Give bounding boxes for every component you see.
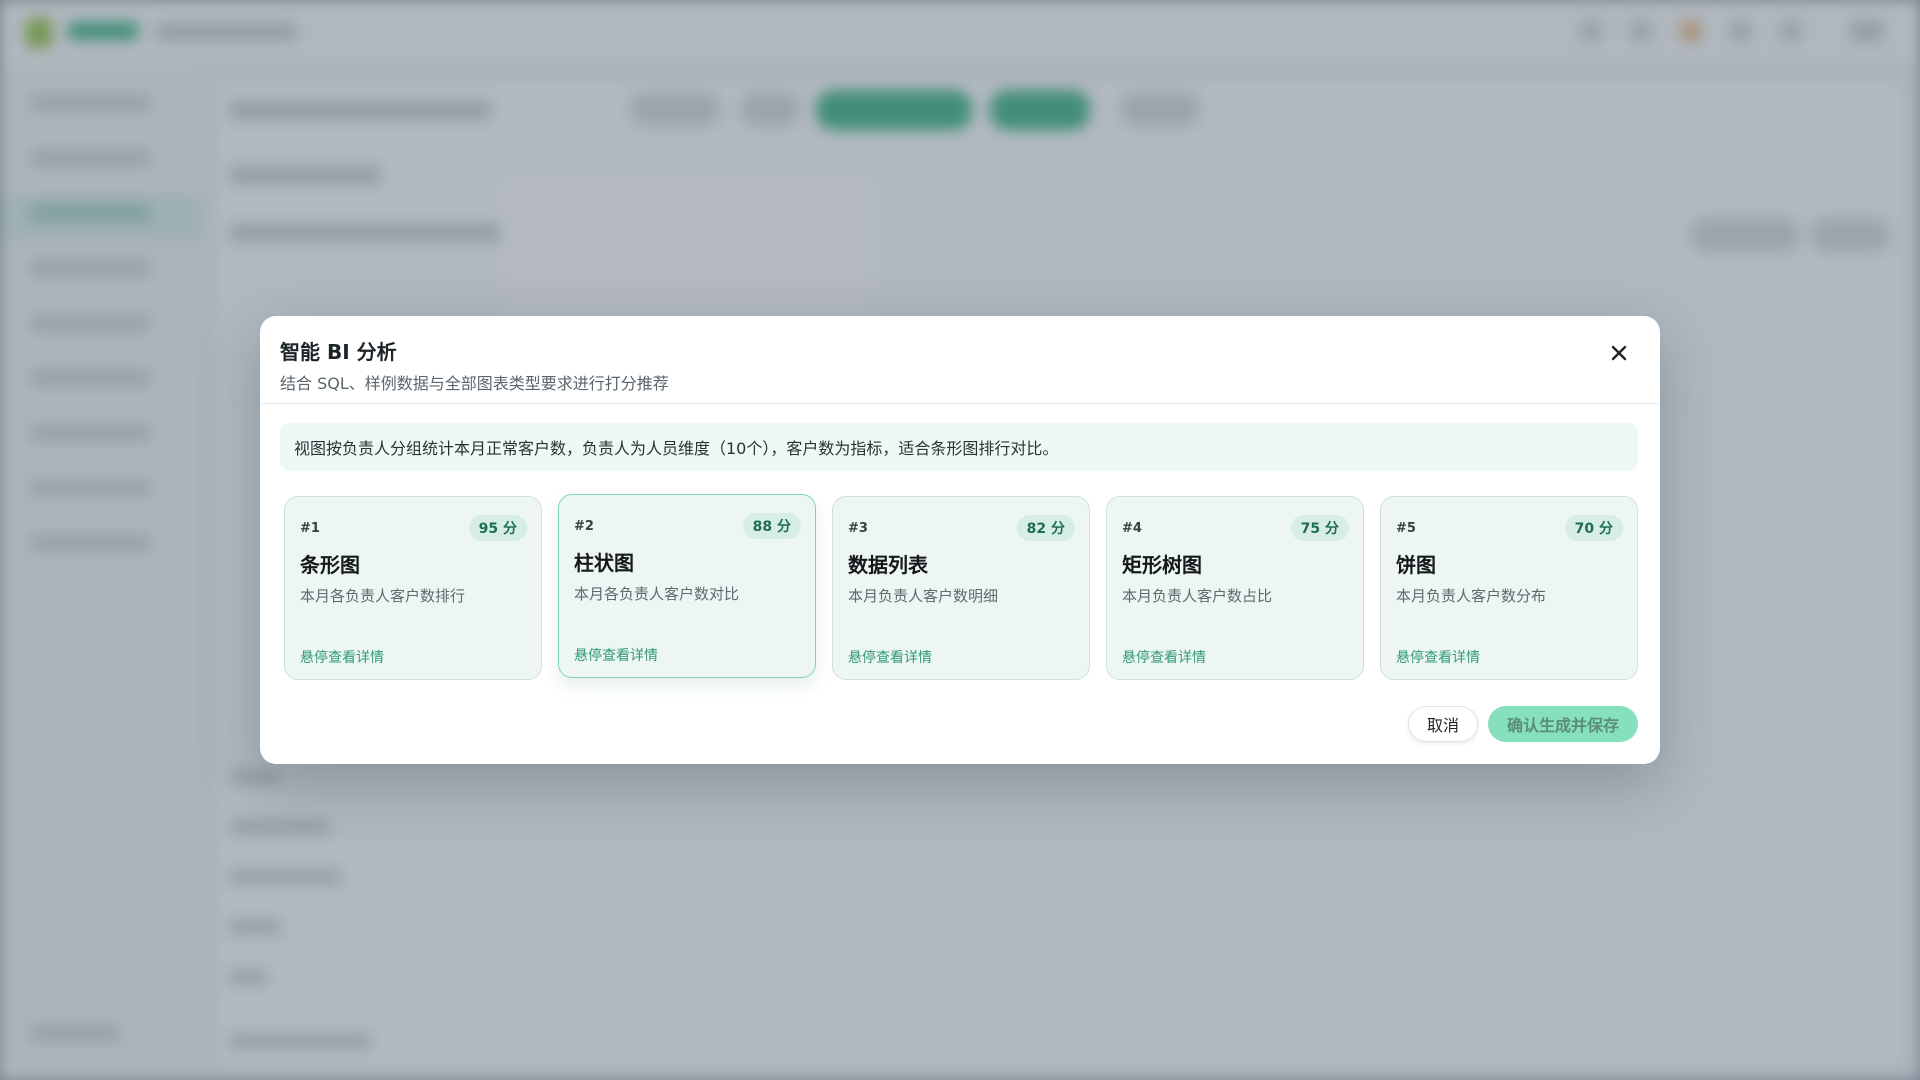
card-description: 本月各负责人客户数对比	[574, 585, 740, 603]
card-hover-details[interactable]: 悬停查看详情	[574, 645, 658, 665]
chart-card-bar-horizontal[interactable]: #1 95 分 条形图 本月各负责人客户数排行 悬停查看详情	[284, 496, 542, 680]
chart-card-pie[interactable]: #5 70 分 饼图 本月负责人客户数分布 悬停查看详情	[1380, 496, 1638, 680]
confirm-generate-save-button[interactable]: 确认生成并保存	[1488, 706, 1638, 742]
close-icon	[1611, 345, 1627, 361]
card-rank: #5	[1396, 521, 1416, 536]
dialog-header: 智能 BI 分析 结合 SQL、样例数据与全部图表类型要求进行打分推荐	[260, 316, 1660, 404]
card-chart-name: 条形图	[300, 553, 360, 577]
card-description: 本月负责人客户数分布	[1396, 587, 1547, 605]
card-rank: #1	[300, 521, 320, 536]
card-chart-name: 柱状图	[574, 551, 634, 575]
card-hover-details[interactable]: 悬停查看详情	[1122, 647, 1206, 667]
card-description: 本月负责人客户数占比	[1122, 587, 1273, 605]
card-score-badge: 75 分	[1290, 515, 1349, 541]
card-score-badge: 95 分	[468, 515, 527, 541]
card-hover-details[interactable]: 悬停查看详情	[300, 647, 384, 667]
dialog-title: 智能 BI 分析	[280, 340, 397, 364]
card-rank: #4	[1122, 521, 1142, 536]
card-description: 本月负责人客户数明细	[848, 587, 999, 605]
analysis-summary: 视图按负责人分组统计本月正常客户数，负责人为人员维度（10个），客户数为指标，适…	[280, 423, 1638, 471]
card-score-badge: 70 分	[1564, 515, 1623, 541]
card-chart-name: 饼图	[1396, 553, 1436, 577]
chart-recommendation-list: #1 95 分 条形图 本月各负责人客户数排行 悬停查看详情 #2 88 分 柱…	[284, 494, 1638, 682]
card-score-badge: 88 分	[742, 513, 801, 539]
card-hover-details[interactable]: 悬停查看详情	[848, 647, 932, 667]
dialog-subtitle: 结合 SQL、样例数据与全部图表类型要求进行打分推荐	[280, 374, 669, 393]
chart-card-data-table[interactable]: #3 82 分 数据列表 本月负责人客户数明细 悬停查看详情	[832, 496, 1090, 680]
card-rank: #3	[848, 521, 868, 536]
close-button[interactable]	[1604, 338, 1634, 368]
chart-card-treemap[interactable]: #4 75 分 矩形树图 本月负责人客户数占比 悬停查看详情	[1106, 496, 1364, 680]
card-chart-name: 矩形树图	[1122, 553, 1202, 577]
card-rank: #2	[574, 519, 594, 534]
cancel-button[interactable]: 取消	[1408, 706, 1478, 742]
card-description: 本月各负责人客户数排行	[300, 587, 466, 605]
card-chart-name: 数据列表	[848, 553, 928, 577]
card-hover-details[interactable]: 悬停查看详情	[1396, 647, 1480, 667]
chart-card-column[interactable]: #2 88 分 柱状图 本月各负责人客户数对比 悬停查看详情	[558, 494, 816, 678]
card-score-badge: 82 分	[1016, 515, 1075, 541]
smart-bi-dialog: 智能 BI 分析 结合 SQL、样例数据与全部图表类型要求进行打分推荐 视图按负…	[260, 316, 1660, 764]
